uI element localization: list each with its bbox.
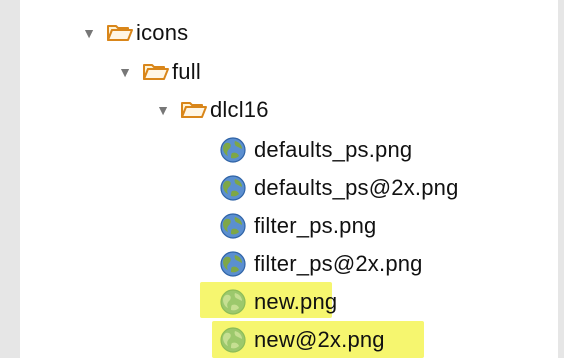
tree-row-file-highlighted[interactable]: new@2x.png	[218, 323, 385, 357]
tree-row-file-highlighted[interactable]: new.png	[218, 285, 337, 319]
file-label: defaults_ps.png	[254, 137, 413, 162]
file-label: defaults_ps@2x.png	[254, 175, 459, 200]
file-label: new@2x.png	[254, 327, 385, 352]
open-folder-icon	[143, 64, 169, 80]
tree-row-full-folder[interactable]: ▼ full	[116, 55, 201, 89]
globe-icon	[220, 213, 246, 239]
tree-row-file[interactable]: filter_ps@2x.png	[218, 247, 423, 281]
previous-row-fragment: ˜	[230, 0, 237, 13]
file-label: new.png	[254, 289, 338, 314]
open-folder-icon	[181, 102, 207, 118]
file-label: filter_ps@2x.png	[254, 251, 423, 276]
window-frame: ˜ ▼ icons ▼ full ▼ dlcl16 defaults_ps.pn…	[0, 0, 564, 358]
expand-toggle-icon[interactable]: ▼	[80, 24, 98, 42]
tree-row-icons-folder[interactable]: ▼ icons	[80, 16, 188, 50]
folder-label: dlcl16	[210, 97, 269, 122]
tree-row-dlcl16-folder[interactable]: ▼ dlcl16	[154, 93, 269, 127]
expand-toggle-icon[interactable]: ▼	[154, 101, 172, 119]
tree-row-file[interactable]: filter_ps.png	[218, 209, 376, 243]
globe-icon	[220, 175, 246, 201]
globe-icon	[220, 251, 246, 277]
project-tree-panel[interactable]: ˜ ▼ icons ▼ full ▼ dlcl16 defaults_ps.pn…	[20, 0, 558, 358]
globe-icon	[220, 327, 246, 353]
globe-icon	[220, 289, 246, 315]
tree-row-file[interactable]: defaults_ps@2x.png	[218, 171, 459, 205]
expand-toggle-icon[interactable]: ▼	[116, 63, 134, 81]
tree-row-file[interactable]: defaults_ps.png	[218, 133, 412, 167]
open-folder-icon	[107, 25, 133, 41]
folder-label: icons	[136, 20, 189, 45]
folder-label: full	[172, 59, 201, 84]
globe-icon	[220, 137, 246, 163]
file-label: filter_ps.png	[254, 213, 377, 238]
